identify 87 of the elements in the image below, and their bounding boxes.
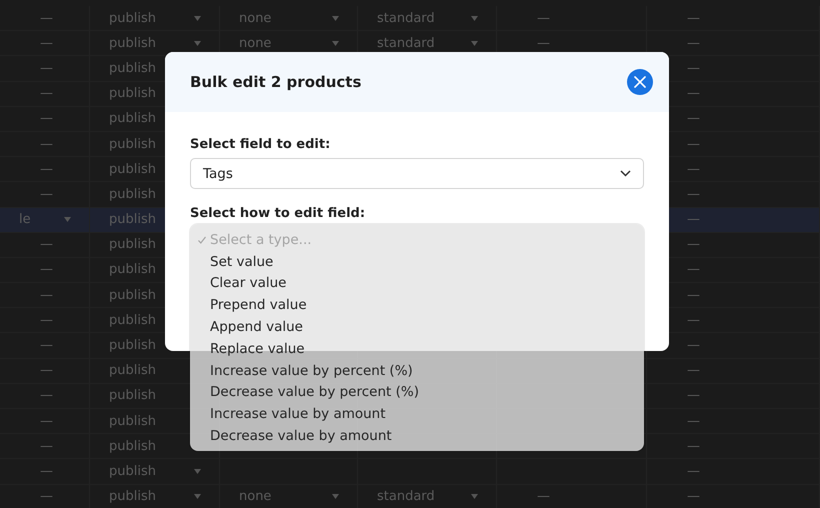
field-select[interactable]: Tags — [190, 158, 644, 189]
table-cell: — — [40, 136, 53, 152]
table-cell: publish — [109, 438, 156, 454]
table-cell: — — [40, 438, 53, 454]
menu-item[interactable]: Append value — [190, 316, 644, 338]
table-cell: — — [40, 162, 53, 177]
table-cell: — — [687, 489, 700, 504]
table-cell: — — [687, 288, 700, 303]
table-cell: — — [687, 186, 700, 202]
menu-item[interactable]: Clear value — [190, 272, 644, 294]
table-cell: — — [40, 111, 53, 126]
table-cell: — — [40, 464, 53, 479]
table-cell: publish — [109, 136, 156, 152]
table-cell: — — [40, 338, 53, 354]
table-cell: publish — [109, 111, 156, 126]
table-cell: — — [537, 489, 550, 504]
table-cell: publish — [109, 10, 156, 26]
mode-label: Select how to edit field: — [190, 206, 366, 221]
table-cell: — — [40, 388, 53, 404]
table-cell: — — [687, 414, 700, 429]
table-cell: — — [687, 111, 700, 126]
table-cell: — — [40, 363, 53, 378]
table-cell: — — [687, 36, 700, 51]
menu-item[interactable]: Increase value by amount — [190, 403, 644, 426]
check-icon — [197, 234, 207, 245]
table-cell: publish — [109, 262, 156, 278]
table-cell: publish — [109, 414, 156, 429]
table-cell: — — [40, 489, 53, 504]
table-cell: publish — [109, 363, 156, 378]
table-cell: — — [40, 10, 53, 26]
menu-item: Select a type... — [190, 229, 644, 251]
table-cell: publish — [109, 312, 156, 328]
table-cell: — — [687, 388, 700, 404]
table-cell: standard — [377, 36, 435, 51]
table-cell: — — [687, 312, 700, 328]
close-icon — [634, 76, 646, 88]
menu-item[interactable]: Decrease value by amount — [190, 425, 644, 447]
table-cell: standard — [377, 10, 435, 26]
field-label: Select field to edit: — [190, 137, 332, 152]
table-cell: publish — [109, 288, 156, 303]
table-cell: — — [40, 60, 53, 76]
table-cell: — — [687, 438, 700, 454]
table-cell: publish — [109, 388, 156, 404]
table-cell: publish — [109, 162, 156, 177]
table-cell: publish — [109, 212, 156, 228]
table-cell: — — [687, 86, 700, 102]
table-cell: publish — [109, 186, 156, 202]
table-cell: standard — [377, 489, 435, 504]
table-cell: — — [687, 212, 700, 228]
table-cell: — — [40, 36, 53, 51]
table-cell: publish — [109, 86, 156, 102]
table-cell: publish — [109, 338, 156, 354]
table-cell: — — [40, 288, 53, 303]
table-cell: — — [687, 136, 700, 152]
table-cell: — — [687, 60, 700, 76]
table-cell: publish — [109, 237, 156, 252]
menu-item[interactable]: Prepend value — [190, 294, 644, 316]
table-cell: le — [19, 212, 31, 228]
table-cell: none — [239, 489, 272, 504]
table-cell: publish — [109, 464, 156, 479]
table-cell: — — [687, 262, 700, 278]
table-cell: — — [687, 237, 700, 252]
menu-item[interactable]: Replace value — [190, 338, 644, 360]
menu-item[interactable]: Set value — [190, 250, 644, 273]
table-cell: none — [239, 36, 272, 51]
table-cell: publish — [109, 36, 156, 51]
table-cell: — — [537, 10, 550, 26]
table-cell: — — [40, 312, 53, 328]
table-cell: — — [687, 338, 700, 354]
table-cell: — — [40, 186, 53, 202]
table-cell: publish — [109, 489, 156, 504]
table-cell: publish — [109, 60, 156, 76]
table-cell: — — [687, 10, 700, 26]
chevron-icon — [620, 170, 631, 177]
table-cell: — — [40, 262, 53, 278]
table-cell: none — [239, 10, 272, 26]
close-button[interactable] — [627, 69, 653, 95]
table-cell: — — [687, 363, 700, 378]
table-cell: — — [687, 464, 700, 479]
table-cell: — — [687, 162, 700, 177]
table-cell: — — [40, 86, 53, 102]
menu-item[interactable]: Increase value by percent (%) — [190, 360, 644, 382]
table-cell: — — [40, 237, 53, 252]
table-cell: — — [537, 36, 550, 51]
menu-item[interactable]: Decrease value by percent (%) — [190, 382, 644, 404]
dialog-title: Bulk edit 2 products — [190, 73, 362, 91]
table-cell: — — [40, 414, 53, 429]
